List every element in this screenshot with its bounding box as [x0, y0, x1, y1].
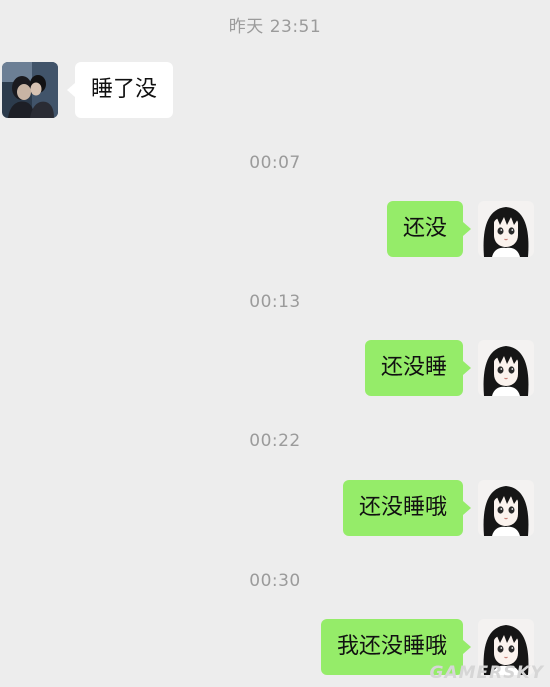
- self-avatar[interactable]: [478, 201, 534, 257]
- self-avatar-image: [478, 340, 534, 396]
- message-timestamp: 00:22: [249, 431, 301, 451]
- message-timestamp: 昨天 23:51: [228, 17, 322, 37]
- message-timestamp: 00:13: [249, 292, 301, 312]
- message-timestamp: 00:07: [249, 153, 301, 173]
- self-avatar-image: [478, 201, 534, 257]
- outgoing-message-bubble[interactable]: 还没睡: [364, 340, 463, 396]
- outgoing-bubble-tail: [463, 501, 471, 515]
- outgoing-bubble-tail: [463, 361, 471, 375]
- message-timestamp: 00:30: [249, 571, 301, 591]
- self-avatar[interactable]: [478, 480, 534, 536]
- incoming-bubble-tail: [67, 83, 75, 97]
- self-avatar[interactable]: [478, 340, 534, 396]
- outgoing-message-bubble[interactable]: 还没: [386, 201, 463, 257]
- outgoing-bubble-tail: [463, 222, 471, 236]
- self-avatar-image: [478, 480, 534, 536]
- contact-avatar-photo: [2, 62, 58, 118]
- gamersky-watermark: GAMERSKY: [429, 663, 544, 683]
- outgoing-message-bubble[interactable]: 还没睡哦: [342, 480, 463, 536]
- incoming-message-bubble[interactable]: 睡了没: [75, 62, 174, 118]
- chat-area: 昨天 23:51 睡了没 00:07 还没 00:13 还没睡 00:22 还没…: [0, 0, 550, 687]
- contact-avatar[interactable]: [2, 62, 58, 118]
- outgoing-bubble-tail: [463, 640, 471, 654]
